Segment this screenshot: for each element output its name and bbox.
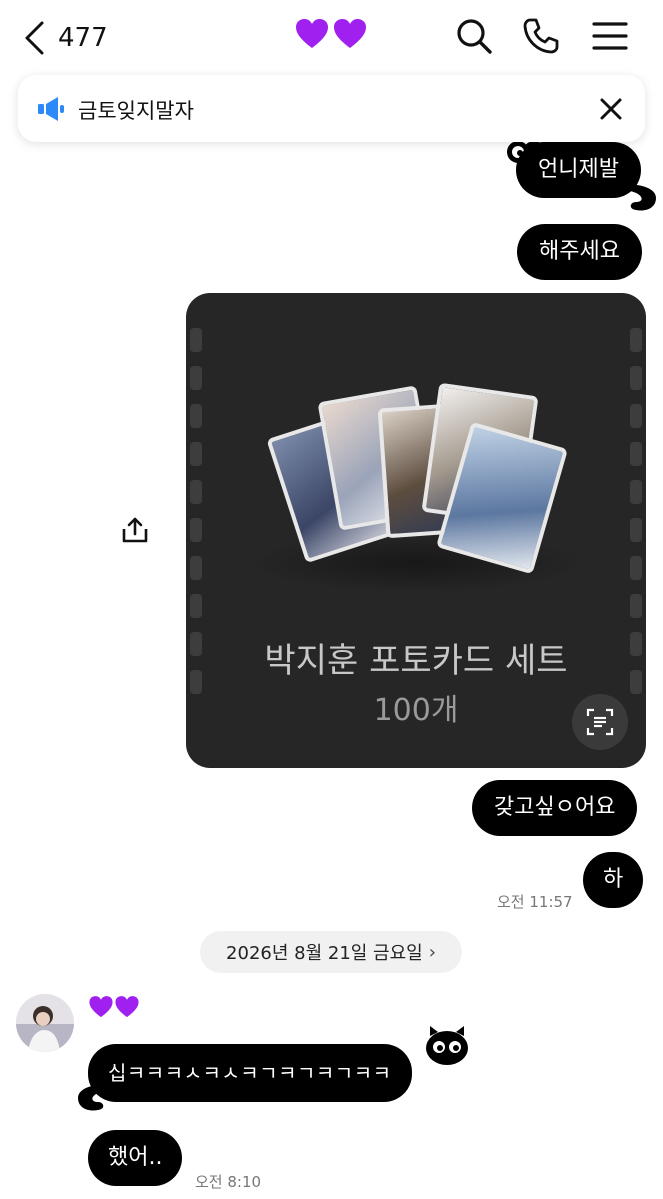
bubble-tail-decoration: [624, 184, 656, 211]
chat-title[interactable]: [294, 16, 368, 58]
purple-heart-icon: [334, 19, 366, 48]
avatar-image: [16, 994, 74, 1052]
notice-text: 금토잊지말자: [78, 99, 194, 123]
megaphone-icon: [38, 97, 64, 121]
call-button[interactable]: [521, 16, 561, 56]
message-bubble-outgoing[interactable]: 하: [583, 852, 644, 908]
chevron-left-icon: [25, 21, 44, 55]
message-bubble-incoming[interactable]: 십ㅋㅋㅋㅅㅋㅅㅋㄱㅋㄱㅋㄱㅋㅋ: [88, 1044, 412, 1102]
sender-name: [88, 994, 140, 1020]
share-icon[interactable]: [120, 515, 150, 545]
date-divider[interactable]: 2026년 8월 21일 금요일 ›: [200, 931, 462, 973]
avatar[interactable]: [16, 994, 74, 1052]
message-bubble-outgoing[interactable]: 갖고싶ㅇ어요: [472, 780, 638, 836]
card-title: 박지훈 포토카드 세트: [264, 641, 568, 681]
text-scan-button[interactable]: [572, 694, 628, 750]
purple-heart-icon: [296, 19, 328, 48]
search-icon: [457, 19, 492, 54]
message-timestamp: 오전 11:57: [497, 893, 573, 911]
purple-heart-icon: [89, 996, 113, 1018]
purple-heart-icon: [115, 996, 139, 1018]
pinned-notice[interactable]: 금토잊지말자: [18, 75, 645, 142]
unread-count: 477: [58, 23, 108, 53]
text-scan-icon: [586, 708, 614, 736]
message-timestamp: 오전 8:10: [195, 1173, 262, 1191]
back-button[interactable]: 477: [22, 18, 122, 58]
cat-face-decoration: [426, 1026, 468, 1065]
chevron-right-icon: ›: [428, 941, 436, 963]
search-button[interactable]: [454, 16, 494, 56]
message-bubble-outgoing[interactable]: 해주세요: [517, 224, 642, 280]
menu-icon: [592, 22, 628, 50]
chat-header: 477: [0, 0, 663, 75]
message-bubble-incoming[interactable]: 했어..: [88, 1130, 183, 1186]
image-message[interactable]: 박지훈 포토카드 세트 100개: [186, 293, 646, 768]
menu-button[interactable]: [590, 16, 630, 56]
close-icon[interactable]: [597, 95, 625, 123]
date-label: 2026년 8월 21일 금요일: [226, 943, 423, 964]
phone-icon: [523, 18, 559, 54]
